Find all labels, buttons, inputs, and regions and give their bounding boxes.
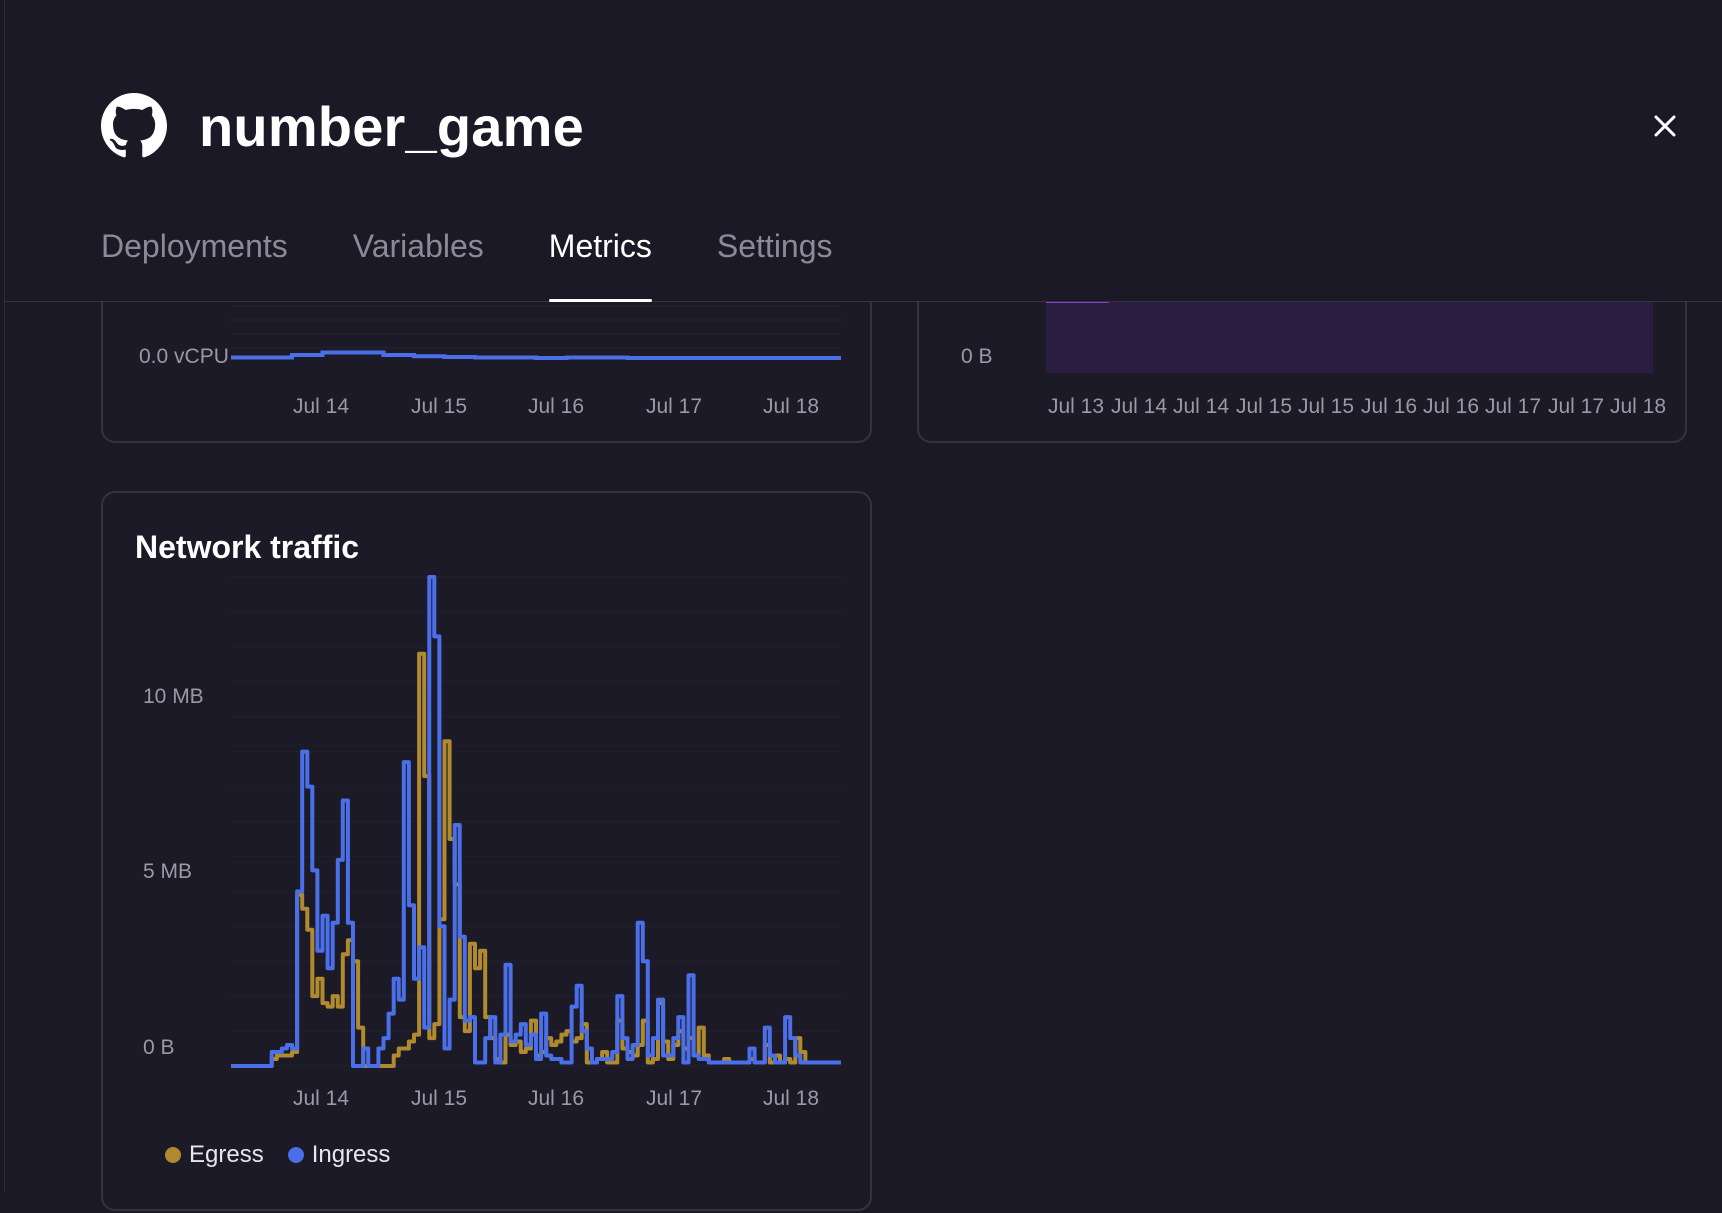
network-x-tick-label: Jul 15	[411, 1087, 467, 1110]
memory-x-tick-label: Jul 15	[1236, 395, 1292, 418]
memory-x-tick-label: Jul 14	[1111, 395, 1167, 418]
network-x-tick-label: Jul 17	[646, 1087, 702, 1110]
network-y-tick-label: 0 B	[143, 1036, 175, 1059]
legend-egress[interactable]: Egress	[165, 1141, 264, 1169]
network-x-tick-label: Jul 14	[293, 1087, 349, 1110]
memory-x-tick-label: Jul 17	[1485, 395, 1541, 418]
memory-x-tick-label: Jul 17	[1548, 395, 1604, 418]
tab-deployments[interactable]: Deployments	[101, 228, 288, 301]
memory-x-tick-label: Jul 18	[1610, 395, 1666, 418]
legend-ingress-label: Ingress	[311, 1141, 391, 1168]
cpu-series-line	[231, 350, 841, 360]
legend-egress-label: Egress	[189, 1141, 264, 1168]
cpu-x-tick-label: Jul 14	[293, 395, 349, 418]
tab-variables[interactable]: Variables	[353, 228, 484, 301]
title-row: number_game	[101, 92, 584, 160]
close-button[interactable]	[1645, 106, 1685, 146]
cpu-x-tick-label: Jul 15	[411, 395, 467, 418]
ingress-dot-icon	[287, 1147, 304, 1163]
memory-x-tick-label: Jul 16	[1423, 395, 1479, 418]
panel-header: number_game Deployments Variables Metric…	[5, 0, 1722, 302]
network-chart: 0 B 5 MB 10 MB Jul 14 Jul 15 Jul 16 Jul 17 Jul …	[143, 575, 841, 1110]
cpu-x-tick-label: Jul 18	[763, 395, 819, 418]
memory-x-tick-label: Jul 13	[1048, 395, 1104, 418]
network-legend: Egress Ingress	[165, 1141, 414, 1169]
memory-x-tick-label: Jul 14	[1173, 395, 1229, 418]
cpu-x-tick-label: Jul 16	[528, 395, 584, 418]
memory-area-fill	[1046, 299, 1653, 373]
tab-metrics[interactable]: Metrics	[548, 228, 652, 302]
cpu-y-tick-label: 0.0 vCPU	[139, 345, 229, 368]
network-x-tick-label: Jul 16	[528, 1087, 584, 1110]
network-y-tick-label: 5 MB	[143, 860, 192, 883]
memory-x-tick-label: Jul 15	[1298, 395, 1354, 418]
service-panel: 0.0 vCPU Jul 14 Jul 15 Jul 16 Jul 17 Jul 18 0…	[4, 0, 1722, 1211]
egress-dot-icon	[165, 1147, 181, 1163]
github-icon	[101, 93, 167, 158]
network-y-tick-label: 10 MB	[143, 685, 204, 708]
network-series-egress-line	[231, 651, 841, 1068]
network-x-tick-label: Jul 18	[763, 1087, 819, 1110]
memory-x-tick-label: Jul 16	[1361, 395, 1417, 418]
tab-settings[interactable]: Settings	[717, 228, 833, 301]
network-chart-card: Network traffic 0 B5 MB 10 MB Jul 14 Jul 15…	[101, 491, 872, 1211]
cpu-x-tick-label: Jul 17	[646, 395, 702, 418]
legend-ingress[interactable]: Ingress	[287, 1141, 391, 1169]
page-title: number_game	[199, 94, 584, 158]
memory-y-tick-label: 0 B	[961, 345, 993, 368]
close-icon	[1654, 115, 1676, 137]
tab-bar: Deployments Variables Metrics Settings	[101, 228, 898, 302]
